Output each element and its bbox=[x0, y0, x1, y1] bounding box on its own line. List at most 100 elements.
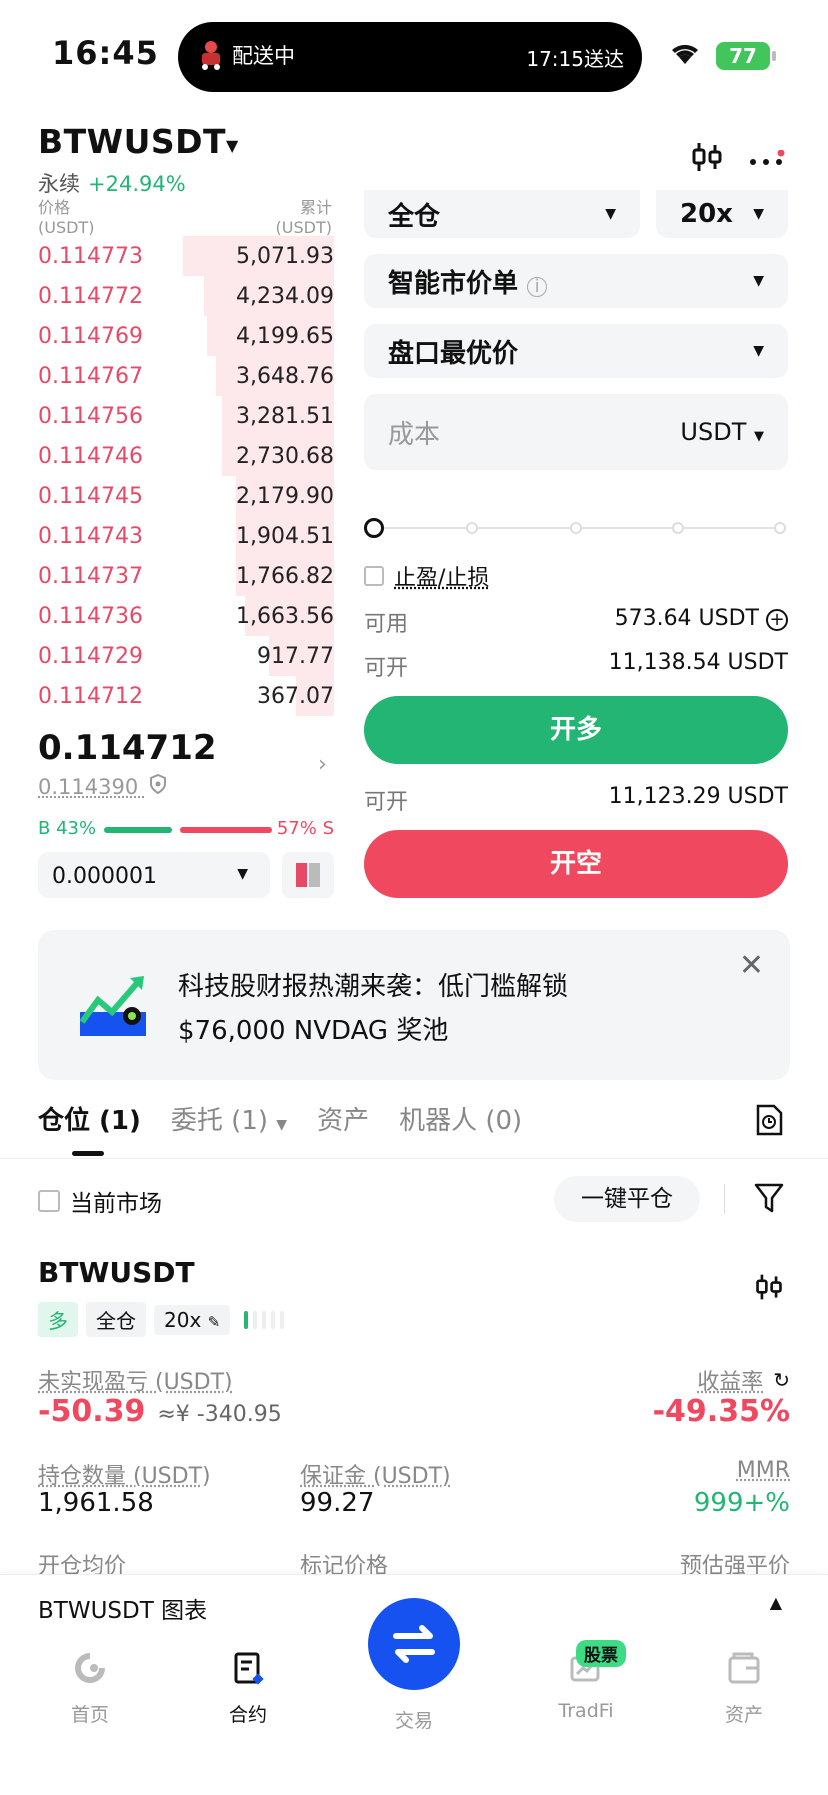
caret-down-icon: ▼ bbox=[605, 206, 616, 222]
stocks-badge: 股票 bbox=[576, 1640, 626, 1667]
wallet-icon bbox=[728, 1652, 760, 1684]
side-tag: 多 bbox=[38, 1302, 78, 1337]
ask-row[interactable]: 0.114729 917.77 bbox=[38, 636, 334, 676]
trade-fab-button[interactable] bbox=[368, 1598, 460, 1690]
col-total-unit: (USDT) bbox=[275, 218, 332, 237]
ask-row[interactable]: 0.114745 2,179.90 bbox=[38, 476, 334, 516]
ask-row[interactable]: 0.114737 1,766.82 bbox=[38, 556, 334, 596]
open-short-button[interactable]: 开空 bbox=[364, 830, 788, 898]
upnl-cny: ≈¥ -340.95 bbox=[157, 1402, 282, 1427]
history-icon[interactable] bbox=[754, 1104, 784, 1140]
available-row: 可用 573.64 USDT + bbox=[364, 606, 788, 638]
contract-symbol[interactable]: BTWUSDT bbox=[38, 122, 226, 161]
ask-price: 0.114746 bbox=[38, 444, 143, 469]
sell-ratio: 57% S bbox=[276, 818, 334, 839]
tab-bots[interactable]: 机器人 (0) bbox=[399, 1100, 522, 1156]
orderbook-total-header: 累计 (USDT) bbox=[244, 198, 332, 238]
risk-meter bbox=[244, 1310, 285, 1329]
max-long-value: 11,138.54 USDT bbox=[608, 650, 788, 675]
ask-row[interactable]: 0.114769 4,199.65 bbox=[38, 316, 334, 356]
book-layout-toggle[interactable] bbox=[282, 852, 334, 898]
filter-icon[interactable] bbox=[754, 1182, 784, 1218]
margin-mode-value: 全仓 bbox=[388, 201, 441, 232]
more-icon[interactable] bbox=[748, 149, 788, 174]
nav-trade-label[interactable]: 交易 bbox=[384, 1706, 444, 1733]
ask-row[interactable]: 0.114772 4,234.09 bbox=[38, 276, 334, 316]
leverage-select[interactable]: 20x ▼ bbox=[656, 190, 788, 238]
ask-row[interactable]: 0.114767 3,648.76 bbox=[38, 356, 334, 396]
contract-type: 永续 bbox=[38, 172, 80, 196]
caret-down-icon[interactable]: ▼ bbox=[226, 136, 238, 155]
contract-subtitle: 永续 +24.94% bbox=[38, 168, 186, 198]
tpsl-toggle[interactable]: 止盈/止损 bbox=[364, 560, 489, 592]
ask-row[interactable]: 0.114773 5,071.93 bbox=[38, 236, 334, 276]
share-icon[interactable]: ↻ bbox=[773, 1368, 790, 1392]
nav-home[interactable]: 首页 bbox=[60, 1650, 120, 1727]
size-value: 1,961.58 bbox=[38, 1488, 154, 1518]
info-icon[interactable]: i bbox=[527, 276, 548, 297]
available-label: 可用 bbox=[364, 612, 409, 637]
amount-slider[interactable] bbox=[364, 516, 788, 540]
margin-mode-select[interactable]: 全仓 ▼ bbox=[364, 190, 640, 238]
buy-sell-ratio: B 43% 57% S bbox=[38, 818, 334, 840]
ask-row[interactable]: 0.114743 1,904.51 bbox=[38, 516, 334, 556]
promo-banner[interactable]: 科技股财报热潮来袭：低门槛解锁 $76,000 NVDAG 奖池 ✕ bbox=[38, 930, 790, 1080]
island-eta: 17:15送达 bbox=[526, 47, 624, 71]
checkbox[interactable] bbox=[38, 1190, 60, 1212]
tab-orders-label: 委托 (1) bbox=[170, 1106, 269, 1136]
ask-total: 1,766.82 bbox=[236, 564, 334, 589]
swap-icon bbox=[393, 1625, 435, 1663]
nav-home-label: 首页 bbox=[70, 1704, 109, 1726]
ask-row[interactable]: 0.114712 367.07 bbox=[38, 676, 334, 716]
order-type-select[interactable]: 智能市价单 i ▼ bbox=[364, 254, 788, 308]
ask-row[interactable]: 0.114736 1,663.56 bbox=[38, 596, 334, 636]
buy-ratio: B 43% bbox=[38, 818, 97, 839]
slider-handle[interactable] bbox=[364, 518, 384, 538]
leverage-tag-value: 20x bbox=[164, 1307, 202, 1332]
nav-contract[interactable]: 合约 bbox=[218, 1650, 278, 1727]
ask-total: 4,199.65 bbox=[236, 324, 334, 349]
add-circle-icon[interactable]: + bbox=[766, 609, 788, 631]
ask-total: 3,281.51 bbox=[236, 404, 334, 429]
position-symbol[interactable]: BTWUSDT bbox=[38, 1256, 195, 1289]
precision-select[interactable]: 0.000001 ▼ bbox=[38, 852, 270, 898]
chart-growth-icon bbox=[78, 972, 148, 1042]
mode-tag: 全仓 bbox=[86, 1302, 146, 1337]
chevron-right-icon[interactable]: › bbox=[318, 752, 327, 777]
sell-ratio-bar bbox=[180, 827, 272, 833]
leverage-tag[interactable]: 20x ✎ bbox=[154, 1304, 231, 1335]
max-short-row: 可开 11,123.29 USDT bbox=[364, 784, 788, 816]
last-price[interactable]: 0.114712 bbox=[38, 728, 217, 768]
caret-up-icon[interactable]: ▲ bbox=[770, 1593, 782, 1612]
upnl-value: -50.39 bbox=[38, 1394, 146, 1429]
ask-row[interactable]: 0.114756 3,281.51 bbox=[38, 396, 334, 436]
nav-assets[interactable]: 资产 bbox=[714, 1650, 774, 1727]
candlestick-icon[interactable] bbox=[754, 1270, 784, 1308]
roe-label: 收益率 bbox=[697, 1370, 764, 1395]
tab-assets[interactable]: 资产 bbox=[317, 1100, 369, 1156]
candlestick-icon[interactable] bbox=[690, 140, 724, 178]
price-type-select[interactable]: 盘口最优价 ▼ bbox=[364, 324, 788, 378]
ask-row[interactable]: 0.114746 2,730.68 bbox=[38, 436, 334, 476]
amount-placeholder: 成本 bbox=[388, 419, 441, 450]
ask-price: 0.114745 bbox=[38, 484, 143, 509]
max-long-row: 可开 11,138.54 USDT bbox=[364, 650, 788, 682]
precision-value: 0.000001 bbox=[52, 864, 157, 889]
leverage-value: 20x bbox=[680, 199, 733, 229]
position-tags: 多 全仓 20x ✎ bbox=[38, 1302, 285, 1337]
status-time: 16:45 bbox=[52, 34, 159, 72]
amount-input[interactable]: 成本 USDT ▼ bbox=[364, 394, 788, 470]
ask-price: 0.114769 bbox=[38, 324, 143, 349]
dynamic-island[interactable]: 配送中 17:15送达 bbox=[178, 22, 642, 92]
order-type-value: 智能市价单 bbox=[388, 268, 519, 299]
tab-positions[interactable]: 仓位 (1) bbox=[38, 1100, 141, 1156]
open-long-button[interactable]: 开多 bbox=[364, 696, 788, 764]
tab-orders[interactable]: 委托 (1) ▼ bbox=[171, 1100, 287, 1156]
tab-indicator bbox=[72, 1151, 104, 1156]
close-icon[interactable]: ✕ bbox=[739, 948, 764, 983]
ask-price: 0.114756 bbox=[38, 404, 143, 429]
amount-unit[interactable]: USDT bbox=[680, 418, 746, 446]
current-market-filter[interactable]: 当前市场 bbox=[38, 1184, 162, 1218]
checkbox[interactable] bbox=[364, 566, 384, 586]
close-all-button[interactable]: 一键平仓 bbox=[554, 1176, 700, 1222]
